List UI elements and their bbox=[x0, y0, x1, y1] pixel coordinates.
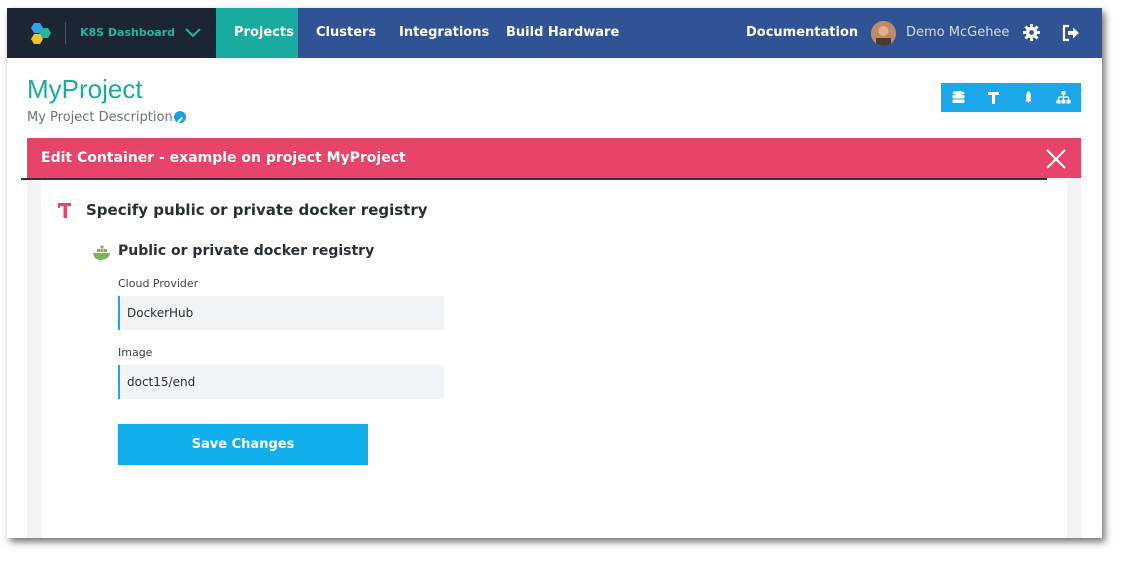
nav-build-hardware[interactable]: Build Hardware bbox=[488, 8, 637, 58]
rocket-icon bbox=[1025, 91, 1032, 104]
brand-area[interactable]: K8S Dashboard bbox=[7, 8, 216, 58]
user-avatar[interactable] bbox=[871, 21, 896, 46]
nav-documentation[interactable]: Documentation bbox=[746, 8, 858, 58]
save-changes-button[interactable]: Save Changes bbox=[118, 424, 368, 465]
logout-icon[interactable] bbox=[1062, 24, 1080, 42]
cloud-provider-field[interactable] bbox=[118, 296, 444, 330]
app-window: K8S Dashboard Projects Clusters Integrat… bbox=[7, 8, 1102, 538]
project-description: My Project Description bbox=[27, 110, 173, 125]
hammer-step-icon bbox=[58, 203, 71, 218]
brand-separator bbox=[65, 22, 66, 44]
nav-clusters[interactable]: Clusters bbox=[298, 8, 394, 58]
panel-body bbox=[41, 180, 1067, 538]
project-title: MyProject bbox=[27, 74, 143, 104]
cloud-provider-label: Cloud Provider bbox=[118, 277, 199, 290]
deploy-button[interactable] bbox=[1011, 83, 1046, 112]
build-button[interactable] bbox=[976, 83, 1011, 112]
image-input[interactable] bbox=[120, 365, 444, 399]
image-field[interactable] bbox=[118, 365, 444, 399]
project-toolbar bbox=[941, 83, 1081, 112]
gear-icon[interactable] bbox=[1022, 23, 1041, 42]
nav-projects[interactable]: Projects bbox=[216, 8, 298, 58]
section-title: Public or private docker registry bbox=[118, 243, 375, 259]
step-title: Specify public or private docker registr… bbox=[86, 201, 428, 219]
image-label: Image bbox=[118, 346, 153, 359]
cloud-provider-input[interactable] bbox=[120, 296, 444, 330]
hexagon-logo-icon bbox=[31, 23, 51, 44]
close-icon[interactable] bbox=[1045, 148, 1067, 170]
database-button[interactable] bbox=[941, 83, 976, 112]
chevron-down-icon[interactable] bbox=[185, 26, 201, 38]
panel-title: Edit Container - example on project MyPr… bbox=[41, 150, 406, 166]
topology-button[interactable] bbox=[1046, 83, 1081, 112]
user-name[interactable]: Demo McGehee bbox=[906, 8, 1009, 58]
panel-divider bbox=[21, 178, 1047, 180]
database-icon bbox=[952, 91, 965, 103]
docker-whale-icon bbox=[93, 245, 110, 260]
edit-pencil-icon[interactable] bbox=[174, 111, 186, 123]
sitemap-icon bbox=[1056, 91, 1071, 104]
edit-container-header: Edit Container - example on project MyPr… bbox=[27, 138, 1081, 178]
hammer-icon bbox=[988, 92, 999, 104]
brand-title: K8S Dashboard bbox=[80, 26, 176, 39]
top-navbar: K8S Dashboard Projects Clusters Integrat… bbox=[7, 8, 1102, 58]
